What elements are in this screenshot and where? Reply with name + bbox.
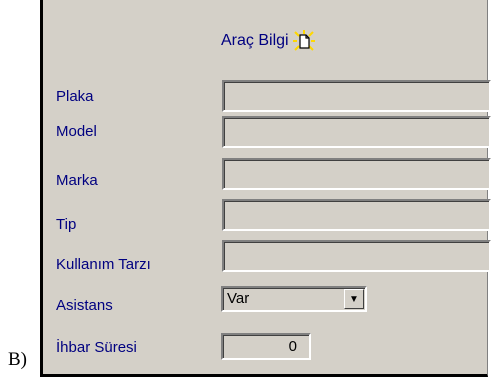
vehicle-info-panel: Araç Bilgi Plaka Model Marka Tip Kullanı… bbox=[40, 0, 491, 377]
model-field[interactable] bbox=[222, 116, 491, 148]
ihbar-suresi-field[interactable]: 0 bbox=[221, 333, 311, 360]
form-title-text: Araç Bilgi bbox=[221, 32, 289, 49]
asistans-select[interactable]: Var ▼ bbox=[221, 286, 367, 312]
asistans-label: Asistans bbox=[56, 297, 113, 314]
asistans-select-value: Var bbox=[227, 290, 250, 307]
plaka-field[interactable] bbox=[222, 80, 491, 112]
chevron-down-icon[interactable]: ▼ bbox=[344, 289, 364, 309]
ihbar-suresi-label: İhbar Süresi bbox=[56, 339, 137, 356]
marka-label: Marka bbox=[56, 172, 98, 189]
outer-option-label: B) bbox=[8, 349, 27, 370]
kullanim-tarzi-label: Kullanım Tarzı bbox=[56, 256, 151, 273]
plaka-label: Plaka bbox=[56, 88, 94, 105]
kullanim-tarzi-field[interactable] bbox=[222, 240, 491, 272]
ihbar-suresi-value: 0 bbox=[288, 338, 297, 355]
new-document-icon[interactable] bbox=[292, 30, 315, 52]
form-title: Araç Bilgi bbox=[221, 30, 315, 52]
tip-field[interactable] bbox=[222, 199, 491, 231]
model-label: Model bbox=[56, 123, 97, 140]
tip-label: Tip bbox=[56, 216, 77, 233]
marka-field[interactable] bbox=[222, 158, 491, 190]
